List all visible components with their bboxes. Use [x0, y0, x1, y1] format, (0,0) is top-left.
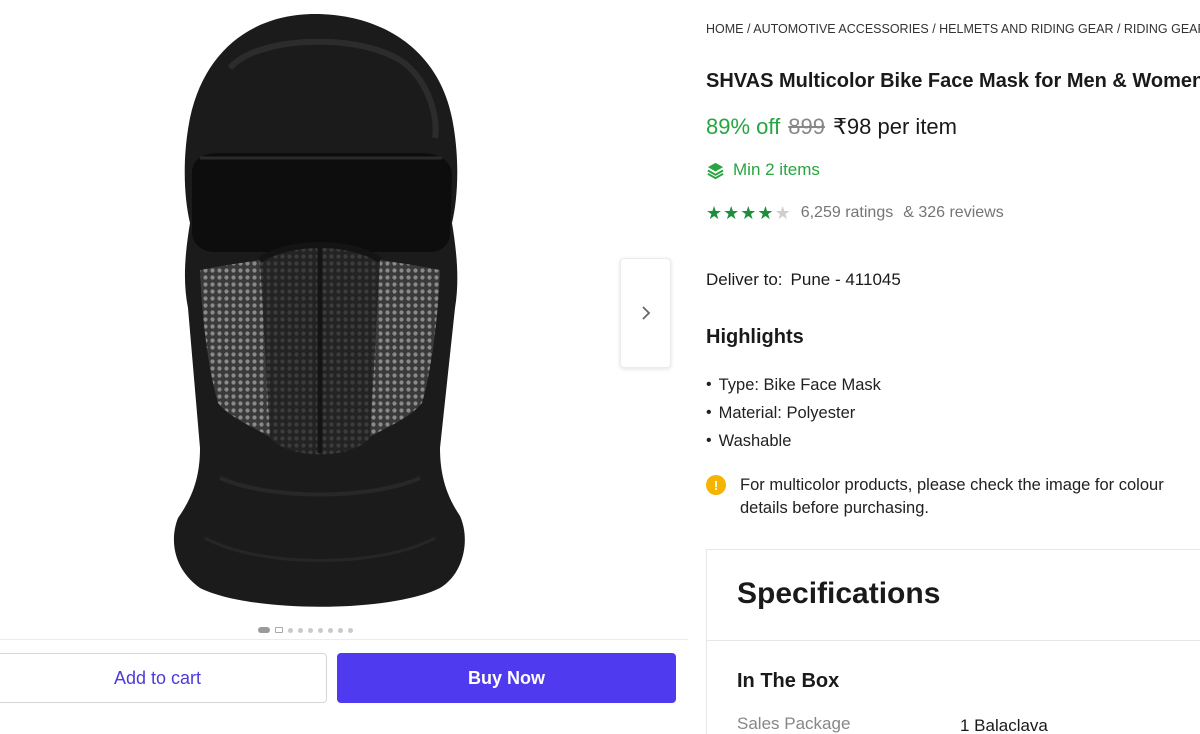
pagination-dot[interactable]	[328, 627, 333, 633]
product-image[interactable]	[160, 8, 480, 620]
min-items-label: Min 2 items	[733, 160, 820, 179]
discount-label: 89% off	[706, 114, 781, 139]
highlight-item: Material: Polyester	[706, 399, 881, 427]
pagination-dot[interactable]	[308, 627, 313, 633]
highlight-item: Washable	[706, 427, 881, 455]
pagination-dot[interactable]	[348, 627, 353, 633]
spec-section-title: In The Box	[737, 670, 840, 692]
next-image-button[interactable]	[620, 258, 671, 368]
highlights-list: Type: Bike Face Mask Material: Polyester…	[706, 371, 881, 455]
product-details: HOME / AUTOMOTIVE ACCESSORIES / HELMETS …	[706, 0, 1200, 734]
specifications-title: Specifications	[737, 577, 941, 610]
multicolor-note: ! For multicolor products, please check …	[706, 474, 1176, 520]
pagination-dot[interactable]	[275, 627, 283, 633]
product-title: SHVAS Multicolor Bike Face Mask for Men …	[706, 70, 1200, 92]
pagination-dot[interactable]	[288, 627, 293, 633]
star-icon: ★	[757, 203, 774, 223]
pagination-dot[interactable]	[318, 627, 323, 633]
star-icon: ★	[706, 203, 723, 223]
star-icon: ★	[740, 203, 757, 223]
reviews-count: & 326 reviews	[903, 204, 1004, 221]
pagination-dot[interactable]	[298, 627, 303, 633]
highlight-item: Type: Bike Face Mask	[706, 371, 881, 399]
layers-icon	[707, 162, 724, 179]
image-pagination	[258, 625, 353, 635]
star-icon: ★	[774, 203, 791, 223]
selling-price: ₹98 per item	[832, 114, 957, 139]
spec-value: 1 Balaclava	[960, 716, 1048, 734]
buy-now-button[interactable]: Buy Now	[337, 653, 676, 703]
breadcrumb[interactable]: HOME / AUTOMOTIVE ACCESSORIES / HELMETS …	[706, 22, 1200, 36]
action-bar: Add to cart Buy Now	[0, 639, 688, 734]
rating-row[interactable]: ★ ★ ★ ★ ★ 6,259 ratings & 326 reviews	[706, 204, 1004, 222]
specifications-panel: Specifications In The Box Sales Package …	[706, 549, 1200, 734]
spec-key: Sales Package	[737, 714, 851, 733]
star-rating: ★ ★ ★ ★ ★	[706, 204, 791, 222]
image-gallery: Add to cart Buy Now	[0, 0, 690, 734]
info-icon: !	[706, 475, 726, 495]
star-icon: ★	[723, 203, 740, 223]
highlights-title: Highlights	[706, 326, 804, 348]
price-row: 89% off 899 ₹98 per item	[706, 114, 957, 140]
delivery-location[interactable]: Deliver to: Pune - 411045	[706, 270, 901, 290]
pagination-dot[interactable]	[338, 627, 343, 633]
mrp-price: 899	[788, 114, 825, 139]
divider	[707, 640, 1200, 641]
delivery-pincode: Pune - 411045	[790, 270, 901, 289]
add-to-cart-button[interactable]: Add to cart	[0, 653, 327, 703]
multicolor-note-text: For multicolor products, please check th…	[740, 476, 1164, 517]
min-items-badge: Min 2 items	[706, 160, 820, 180]
ratings-count: 6,259 ratings	[800, 204, 894, 221]
chevron-right-icon	[641, 306, 650, 320]
deliver-to-label: Deliver to:	[706, 270, 783, 289]
pagination-dot[interactable]	[258, 627, 270, 633]
